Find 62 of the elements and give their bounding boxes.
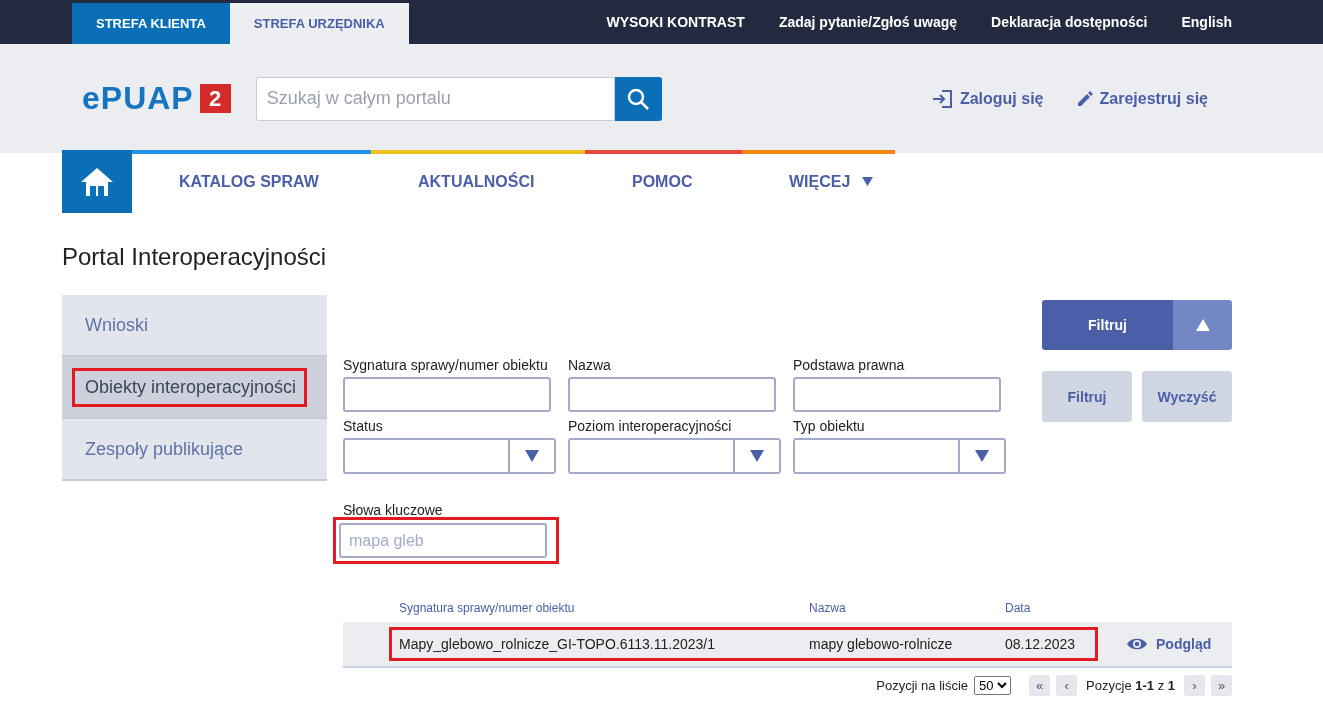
dropdown[interactable] bbox=[568, 438, 781, 474]
pagination-summary: Pozycje 1-1 z 1 bbox=[1086, 678, 1175, 693]
caret-icon bbox=[525, 450, 539, 462]
collapse-button[interactable] bbox=[1173, 300, 1232, 350]
next-page-button[interactable]: › bbox=[1184, 675, 1205, 696]
field-label: Nazwa bbox=[568, 357, 612, 375]
table-cell-text: Mapy_glebowo_rolnicze_GI-TOPO.6113.11.2023/1 bbox=[399, 636, 716, 652]
column-header: Sygnatura sprawy/numer obiektu bbox=[399, 601, 576, 615]
caret-icon bbox=[975, 450, 989, 462]
field-label: Status bbox=[343, 418, 384, 436]
zone-tab[interactable]: STREFA KLIENTA bbox=[72, 3, 230, 44]
page-size-label: Pozycji na liście bbox=[876, 678, 969, 693]
text-field[interactable] bbox=[343, 377, 551, 412]
field-label: Typ obiektu bbox=[793, 418, 866, 436]
zone-tab[interactable]: STREFA URZĘDNIKA bbox=[229, 3, 409, 44]
login-icon bbox=[931, 88, 954, 109]
home-button[interactable] bbox=[62, 150, 132, 213]
sidebar-item[interactable]: Zespoły publikujące bbox=[62, 419, 327, 481]
pencil-icon bbox=[1075, 89, 1094, 108]
nav-link[interactable]: KATALOG SPRAW bbox=[132, 150, 371, 213]
action-button[interactable]: Wyczyść bbox=[1142, 371, 1232, 422]
nav-link[interactable]: WIĘCEJ bbox=[742, 150, 895, 213]
dropdown[interactable] bbox=[793, 438, 1006, 474]
first-page-button[interactable]: « bbox=[1029, 675, 1051, 696]
text-field[interactable] bbox=[793, 377, 1001, 412]
top-link[interactable]: Zadaj pytanie/Zgłoś uwagę bbox=[778, 14, 958, 30]
field-label: Słowa kluczowe bbox=[343, 502, 444, 520]
caret-icon bbox=[862, 177, 874, 186]
register-link[interactable]: Zarejestruj się bbox=[1075, 89, 1208, 108]
search-icon bbox=[626, 86, 651, 111]
field-label: Poziom interoperacyjności bbox=[568, 418, 733, 436]
action-button[interactable]: Filtruj bbox=[1042, 371, 1132, 422]
search-button[interactable] bbox=[614, 76, 662, 121]
caret-up-icon bbox=[1195, 319, 1210, 331]
previous-page-button[interactable]: ‹ bbox=[1056, 675, 1078, 696]
text-field[interactable] bbox=[568, 377, 776, 412]
sidebar-item[interactable]: Obiekty interoperacyjności bbox=[62, 357, 327, 419]
search-field[interactable]: Szukaj w całym portalu bbox=[255, 76, 615, 121]
column-header: Nazwa bbox=[809, 601, 847, 615]
table-cell-text: mapy glebowo-rolnicze bbox=[809, 636, 954, 652]
preview-link[interactable]: Podgląd bbox=[1126, 636, 1212, 652]
field-label: Sygnatura sprawy/numer obiektu bbox=[343, 357, 549, 375]
home-icon bbox=[79, 165, 115, 198]
page-title: Portal Interoperacyjności bbox=[62, 243, 328, 272]
table-cell-text: 08.12.2023 bbox=[1005, 636, 1077, 652]
sidebar-item[interactable]: Wnioski bbox=[62, 295, 327, 357]
caret-icon bbox=[750, 450, 764, 462]
nav-link[interactable]: POMOC bbox=[585, 150, 742, 213]
top-link[interactable]: Deklaracja dostępności bbox=[991, 14, 1148, 30]
eye-icon bbox=[1126, 637, 1148, 651]
logo-text: ePUAP bbox=[82, 80, 194, 117]
nav-link[interactable]: AKTUALNOŚCI bbox=[371, 150, 585, 213]
filter-toggle-button[interactable]: Filtruj bbox=[1042, 300, 1173, 350]
column-header: Data bbox=[1005, 601, 1032, 615]
field-label: Podstawa prawna bbox=[793, 357, 906, 375]
last-page-button[interactable]: » bbox=[1211, 675, 1232, 696]
logo-badge: 2 bbox=[199, 84, 231, 113]
login-link[interactable]: Zaloguj się bbox=[931, 88, 1044, 109]
dropdown[interactable] bbox=[343, 438, 556, 474]
top-link[interactable]: English bbox=[1181, 14, 1232, 30]
page-size-select[interactable]: 50 bbox=[974, 676, 1012, 695]
top-link[interactable]: WYSOKI KONTRAST bbox=[606, 14, 745, 30]
